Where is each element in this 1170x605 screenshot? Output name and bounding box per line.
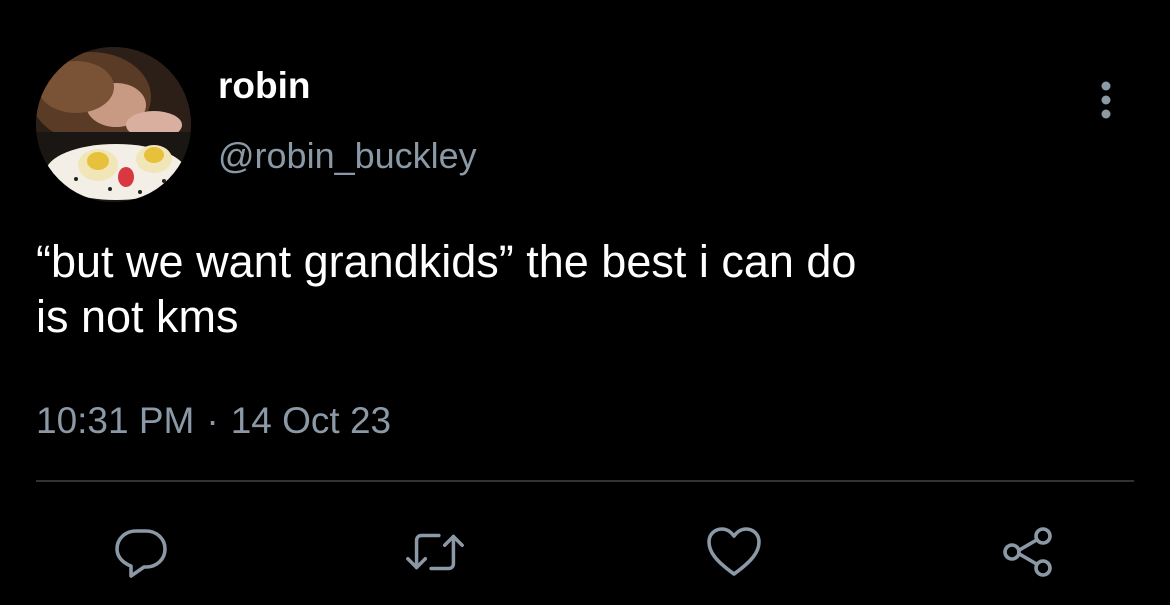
tweet-card: robin @robin_buckley “but we want grandk… [0,0,1170,605]
retweet-button[interactable] [403,520,467,584]
share-button[interactable] [996,520,1060,584]
avatar[interactable] [36,47,191,202]
tweet-text-line: “but we want grandkids” the best i can d… [36,236,857,287]
tweet-time: 10:31 PM [36,400,195,441]
retweet-arrows-icon [406,533,464,571]
avatar-image [36,47,191,202]
timestamp[interactable]: 10:31 PM · 14 Oct 23 [36,398,391,444]
more-vertical-icon [1101,81,1111,119]
speech-bubble-icon [115,529,167,578]
like-button[interactable] [702,520,766,584]
reply-button[interactable] [108,520,172,584]
heart-icon [707,527,761,576]
more-options-button[interactable] [1088,78,1124,122]
timestamp-separator: · [206,400,219,441]
share-nodes-icon [1003,527,1052,577]
divider [36,480,1134,482]
tweet-text-line: is not kms [36,291,239,342]
user-handle[interactable]: @robin_buckley [218,133,477,179]
tweet-date: 14 Oct 23 [230,400,392,441]
display-name[interactable]: robin [218,62,310,110]
tweet-text: “but we want grandkids” the best i can d… [36,234,1136,344]
